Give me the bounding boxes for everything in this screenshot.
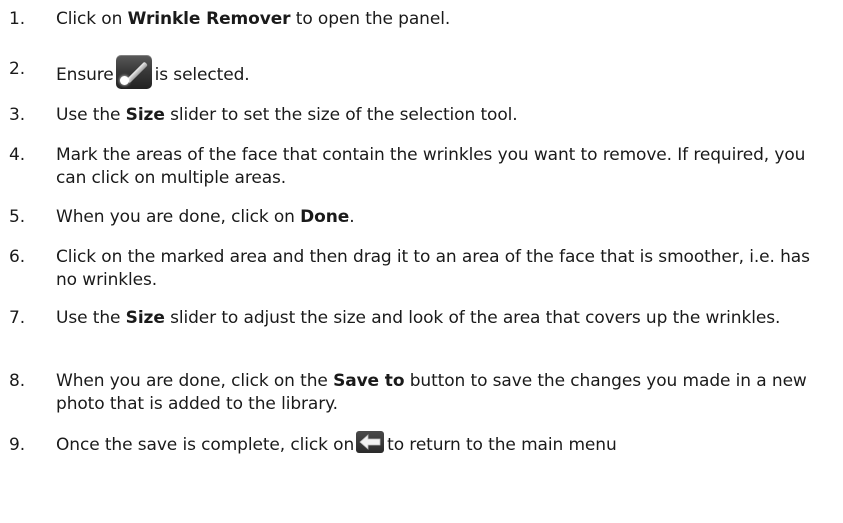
step-number: 3. — [9, 105, 26, 125]
ui-term: Wrinkle Remover — [127, 9, 291, 29]
step-6: 6. Click on the marked area and then dra… — [9, 246, 835, 292]
step-text: Once the save is complete, click on to re… — [56, 431, 835, 457]
step-text-part: to return to the main menu — [387, 435, 617, 455]
step-1: 1. Click on Wrinkle Remover to open the … — [9, 8, 835, 31]
step-text-part: slider to set the size of the selection … — [164, 105, 518, 125]
step-text-part: to open the panel. — [290, 9, 451, 29]
step-text: Mark the areas of the face that contain … — [56, 145, 806, 188]
step-text: When you are done, click on the Save to … — [56, 370, 835, 416]
step-text: Use the Size slider to set the size of t… — [56, 104, 835, 127]
ui-term: Size — [125, 105, 165, 125]
back-arrow-icon — [356, 431, 385, 453]
step-number: 1. — [9, 9, 26, 29]
step-text: When you are done, click on Done. — [56, 206, 835, 229]
ui-term: Done — [300, 207, 350, 227]
step-text-part: Click on — [56, 9, 128, 29]
step-8: 8. When you are done, click on the Save … — [9, 370, 835, 416]
step-text: Use the Size slider to adjust the size a… — [56, 307, 835, 330]
step-number: 9. — [9, 435, 26, 455]
step-text: Ensure is selected. — [56, 55, 835, 92]
step-7: 7. Use the Size slider to adjust the siz… — [9, 307, 835, 330]
step-text-part: Ensure — [56, 65, 114, 85]
step-number: 2. — [9, 59, 26, 79]
step-text: Click on the marked area and then drag i… — [56, 247, 810, 290]
step-text-part: When you are done, click on the — [56, 371, 334, 391]
step-number: 7. — [9, 308, 26, 328]
step-text-part: When you are done, click on — [56, 207, 301, 227]
step-number: 6. — [9, 247, 26, 267]
ui-term: Size — [125, 308, 165, 328]
step-text-part: is selected. — [154, 65, 250, 85]
ui-term: Save to — [333, 371, 405, 391]
step-number: 5. — [9, 207, 26, 227]
step-text-part: Use the — [56, 308, 126, 328]
step-4: 4. Mark the areas of the face that conta… — [9, 144, 835, 190]
step-number: 8. — [9, 371, 26, 391]
step-number: 4. — [9, 145, 26, 165]
step-text-part: slider to adjust the size and look of th… — [164, 308, 781, 328]
step-text-part: Once the save is complete, click on — [56, 435, 355, 455]
step-text-part: Use the — [56, 105, 126, 125]
instruction-list: 1. Click on Wrinkle Remover to open the … — [0, 0, 843, 523]
step-text-part: . — [349, 207, 355, 227]
step-5: 5. When you are done, click on Done. — [9, 206, 835, 229]
step-3: 3. Use the Size slider to set the size o… — [9, 104, 835, 127]
step-2: 2. Ensure is selected. — [9, 55, 835, 92]
step-text: Click on Wrinkle Remover to open the pan… — [56, 8, 835, 31]
step-9: 9. Once the save is complete, click on to… — [9, 431, 835, 457]
wand-brush-icon — [115, 55, 152, 89]
